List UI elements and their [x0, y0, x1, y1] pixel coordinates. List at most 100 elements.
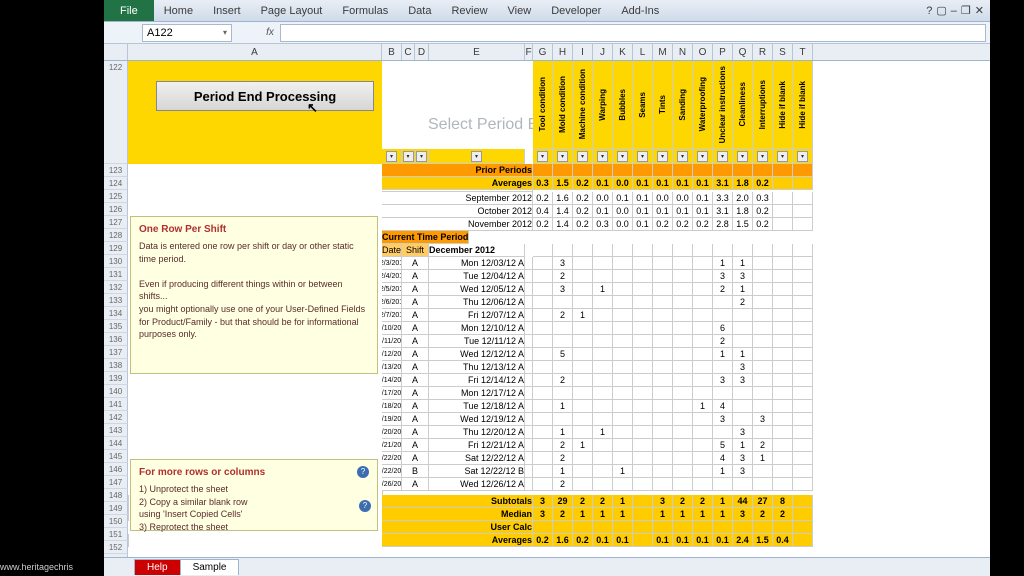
close-icon[interactable]: ✕	[975, 4, 984, 17]
column-header[interactable]: C	[402, 44, 415, 60]
data-cell[interactable]: 1	[713, 348, 733, 361]
data-cell[interactable]	[573, 413, 593, 426]
data-cell[interactable]	[633, 413, 653, 426]
data-cell[interactable]	[753, 296, 773, 309]
data-cell[interactable]: 3	[753, 413, 773, 426]
data-cell[interactable]: 3	[713, 374, 733, 387]
data-cell[interactable]: 3.1	[713, 205, 733, 218]
column-header[interactable]: H	[553, 44, 573, 60]
column-header[interactable]: J	[593, 44, 613, 60]
data-cell[interactable]	[573, 452, 593, 465]
row-header[interactable]: 147	[104, 476, 128, 489]
data-cell[interactable]: 0.1	[653, 205, 673, 218]
data-cell[interactable]: 2	[713, 283, 733, 296]
row-header[interactable]: 143	[104, 424, 128, 437]
data-cell[interactable]: 0.1	[613, 192, 633, 205]
data-cell[interactable]: 0.0	[613, 205, 633, 218]
data-cell[interactable]	[613, 439, 633, 452]
data-cell[interactable]	[733, 322, 753, 335]
data-cell[interactable]: 3	[553, 283, 573, 296]
data-cell[interactable]	[673, 413, 693, 426]
shift-cell[interactable]: A	[402, 348, 429, 361]
data-cell[interactable]: 0.1	[633, 192, 653, 205]
data-cell[interactable]	[753, 335, 773, 348]
data-cell[interactable]	[633, 335, 653, 348]
data-cell[interactable]	[653, 270, 673, 283]
row-header[interactable]: 141	[104, 398, 128, 411]
file-tab[interactable]: File	[104, 0, 154, 21]
data-cell[interactable]	[633, 270, 653, 283]
data-cell[interactable]	[573, 465, 593, 478]
ribbon-tab-home[interactable]: Home	[154, 1, 203, 21]
column-header[interactable]: K	[613, 44, 633, 60]
filter-button[interactable]: ▾	[617, 151, 628, 162]
data-cell[interactable]	[633, 426, 653, 439]
shift-cell[interactable]: A	[402, 361, 429, 374]
data-cell[interactable]: 3	[733, 361, 753, 374]
filter-button[interactable]: ▾	[597, 151, 608, 162]
data-cell[interactable]	[773, 374, 793, 387]
data-cell[interactable]	[773, 205, 793, 218]
data-cell[interactable]	[713, 309, 733, 322]
data-cell[interactable]	[753, 465, 773, 478]
data-cell[interactable]: 0.2	[673, 218, 693, 231]
data-cell[interactable]	[653, 452, 673, 465]
data-cell[interactable]	[693, 439, 713, 452]
data-cell[interactable]	[633, 361, 653, 374]
data-cell[interactable]: 4	[713, 400, 733, 413]
data-cell[interactable]	[733, 387, 753, 400]
data-cell[interactable]: 2	[553, 478, 573, 491]
data-cell[interactable]	[713, 361, 733, 374]
shift-cell[interactable]: A	[402, 309, 429, 322]
row-header[interactable]: 138	[104, 359, 128, 372]
data-cell[interactable]	[753, 400, 773, 413]
row-header[interactable]: 133	[104, 294, 128, 307]
row-header[interactable]: 127	[104, 216, 128, 229]
sheet-tab-sample[interactable]: Sample	[180, 559, 240, 575]
data-cell[interactable]: 0.0	[653, 192, 673, 205]
row-header[interactable]: 151	[104, 528, 128, 541]
data-cell[interactable]	[653, 257, 673, 270]
data-cell[interactable]	[633, 387, 653, 400]
shift-cell[interactable]: A	[402, 439, 429, 452]
data-cell[interactable]	[613, 309, 633, 322]
date-cell[interactable]: 12/13/2012	[382, 361, 402, 374]
date-cell[interactable]: 12/3/2012	[382, 257, 402, 270]
data-cell[interactable]	[573, 426, 593, 439]
date-cell[interactable]: 12/10/2012	[382, 322, 402, 335]
data-cell[interactable]	[733, 309, 753, 322]
date-cell[interactable]: 12/4/2012	[382, 270, 402, 283]
data-cell[interactable]: 0.2	[693, 218, 713, 231]
data-cell[interactable]	[613, 374, 633, 387]
data-cell[interactable]	[773, 283, 793, 296]
data-cell[interactable]: 5	[713, 439, 733, 452]
row-header[interactable]: 150	[104, 515, 128, 528]
data-cell[interactable]	[533, 296, 553, 309]
row-header[interactable]: 124	[104, 177, 128, 190]
data-cell[interactable]	[533, 439, 553, 452]
data-cell[interactable]	[773, 465, 793, 478]
data-cell[interactable]	[713, 478, 733, 491]
filter-button[interactable]: ▾	[737, 151, 748, 162]
row-header[interactable]: 142	[104, 411, 128, 424]
chevron-down-icon[interactable]: ▾	[223, 28, 227, 37]
data-cell[interactable]	[573, 257, 593, 270]
filter-button[interactable]: ▾	[386, 151, 397, 162]
data-cell[interactable]	[713, 426, 733, 439]
data-cell[interactable]	[633, 400, 653, 413]
data-cell[interactable]: 1	[713, 257, 733, 270]
data-cell[interactable]: 2	[553, 452, 573, 465]
data-cell[interactable]	[593, 270, 613, 283]
data-cell[interactable]	[673, 257, 693, 270]
data-cell[interactable]	[633, 348, 653, 361]
data-cell[interactable]: 0.2	[753, 205, 773, 218]
data-cell[interactable]	[673, 465, 693, 478]
data-cell[interactable]	[793, 374, 813, 387]
data-cell[interactable]	[673, 400, 693, 413]
data-cell[interactable]: 0.2	[653, 218, 673, 231]
data-cell[interactable]	[553, 296, 573, 309]
shift-cell[interactable]: A	[402, 257, 429, 270]
data-cell[interactable]	[793, 413, 813, 426]
date-cell[interactable]: 12/6/2012	[382, 296, 402, 309]
row-header[interactable]: 152	[104, 541, 128, 554]
